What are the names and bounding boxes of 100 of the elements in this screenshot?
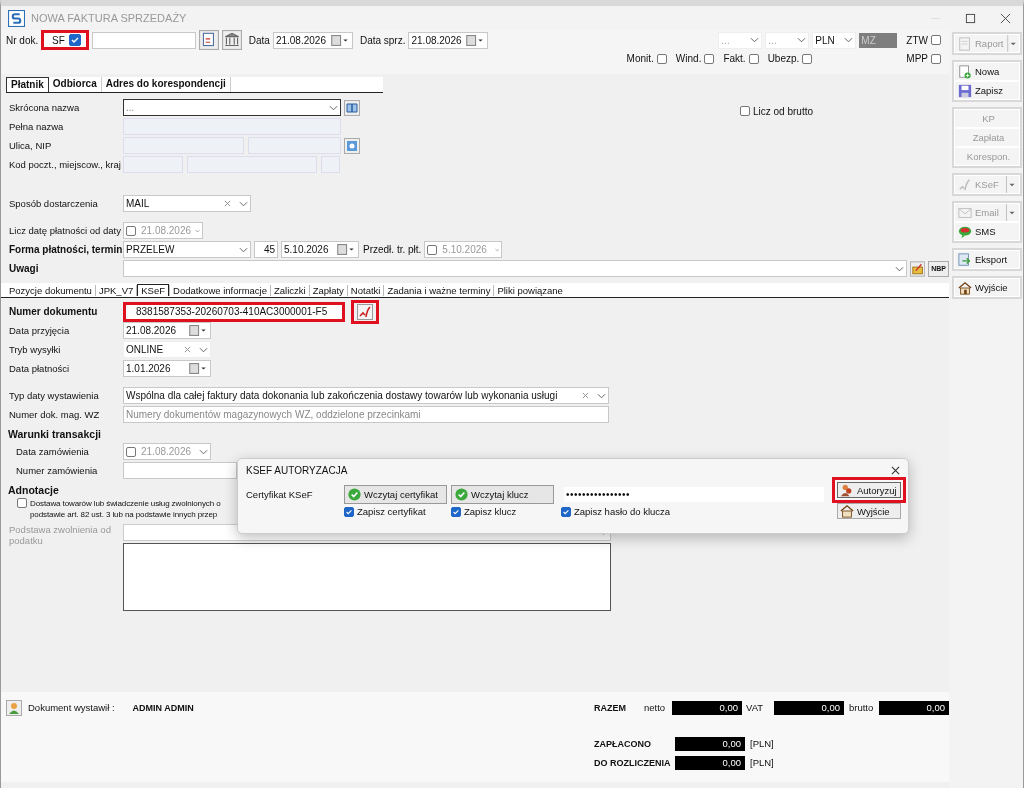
checkbox[interactable]: [704, 53, 715, 64]
checkbox-label: podstawie art. 82 ust. 3 lub na podstawie innych przep: [30, 509, 219, 520]
calendar-dropdown-icon[interactable]: [329, 34, 350, 46]
document-number-field[interactable]: 8381587353-20260703-410AC3000001-F5: [123, 301, 345, 322]
field-label: Data przyjęcia: [9, 325, 71, 336]
toolbar-button[interactable]: SMS: [954, 222, 1020, 241]
field-label: Data płatności: [9, 363, 71, 374]
issue-date-type-dropdown[interactable]: Wspólna dla całej faktury data dokonania lub zakończenia dostawy towarów lub wykonania usługi: [123, 387, 609, 404]
checkbox[interactable]: [931, 53, 941, 64]
dialog-title: KSEF AUTORYZACJA: [246, 464, 349, 476]
tab[interactable]: Zapłaty: [309, 284, 347, 296]
exit-button[interactable]: Wyjście: [837, 503, 901, 519]
field-label: Numer dok. mag. WZ: [9, 409, 101, 420]
toolbar-button[interactable]: Nowa: [954, 62, 1020, 81]
net-amount: 0,00: [672, 701, 742, 715]
tab[interactable]: Płatnik: [6, 77, 49, 92]
calendar-dropdown-icon[interactable]: [465, 34, 486, 46]
caret-icon: [597, 392, 606, 399]
toolbar-button[interactable]: Wyjście: [954, 278, 1020, 297]
field-label: Certyfikat KSeF: [246, 488, 314, 502]
calendar-dropdown-icon[interactable]: [188, 325, 208, 336]
caret-icon: [329, 104, 338, 111]
home-icon: [958, 280, 972, 295]
checkbox-label: Zapisz hasło do klucza: [574, 506, 671, 517]
date-field[interactable]: 21.08.2026: [272, 31, 353, 49]
wz-numbers-field[interactable]: Numery dokumentów magazynowych WZ, oddzielone przecinkami: [123, 406, 609, 423]
field-label: Typ daty wystawienia: [9, 390, 100, 401]
load-button[interactable]: Wczytaj klucz: [451, 485, 554, 504]
check-icon: [455, 488, 468, 501]
checkbox-label: Fakt.: [723, 53, 746, 64]
checkbox[interactable]: [344, 506, 354, 517]
series-field[interactable]: SF: [41, 30, 89, 50]
section-title: Adnotacje: [8, 484, 59, 498]
calendar-dropdown-icon[interactable]: [336, 244, 356, 255]
password-field[interactable]: ••••••••••••••••: [564, 487, 824, 502]
user-icon[interactable]: [6, 700, 22, 716]
ksef-status-icon[interactable]: [351, 299, 379, 324]
number-field[interactable]: [91, 31, 196, 49]
field-label: Tryb wysyłki: [9, 344, 62, 355]
delivery-dropdown[interactable]: MAIL: [123, 195, 251, 212]
lookup-icon[interactable]: [344, 137, 360, 154]
maximize-icon[interactable]: [965, 12, 976, 24]
tab[interactable]: Odbiorca: [48, 77, 102, 92]
book-icon[interactable]: [344, 99, 360, 116]
checkbox[interactable]: [931, 35, 941, 45]
tab[interactable]: Pliki powiązane: [494, 284, 566, 296]
clear-icon[interactable]: [184, 346, 191, 353]
checkbox[interactable]: [748, 53, 759, 64]
date-field[interactable]: 21.08.2026: [408, 31, 489, 49]
checkbox[interactable]: [656, 53, 667, 64]
gross-amount: 0,00: [879, 701, 949, 715]
name-dropdown[interactable]: ...: [123, 99, 341, 116]
toolbar-button[interactable]: Zapisz: [954, 81, 1020, 100]
tab[interactable]: JPK_V7: [95, 284, 137, 296]
clear-icon[interactable]: [582, 392, 589, 399]
checkbox[interactable]: [561, 506, 571, 517]
users-icon: [840, 483, 854, 497]
authorize-button[interactable]: Autoryzuj: [837, 482, 901, 498]
tab[interactable]: Zaliczki: [271, 284, 309, 296]
checkbox[interactable]: [451, 506, 461, 517]
toolbar-button[interactable]: Eksport: [954, 250, 1020, 269]
field-label: Podstawa zwolnienia od podatku: [9, 524, 112, 548]
window-title: NOWA FAKTURA SPRZEDAŻY: [31, 12, 187, 24]
calendar-dropdown-icon[interactable]: [188, 363, 208, 374]
close-icon[interactable]: [1000, 12, 1011, 24]
tab[interactable]: Pozycje dokumentu: [6, 284, 95, 296]
checkbox[interactable]: [68, 34, 81, 46]
field-label: Uwagi: [9, 263, 40, 274]
clear-icon[interactable]: [224, 200, 231, 207]
date-field[interactable]: 21.08.2026: [123, 322, 211, 339]
balance-label: DO ROZLICZENIA: [594, 757, 672, 770]
tab[interactable]: Dodatkowe informacje: [170, 284, 270, 296]
export-icon: [958, 252, 972, 267]
send-mode-dropdown[interactable]: ONLINE: [123, 341, 211, 358]
payment-method-dropdown[interactable]: PRZELEW: [123, 241, 251, 258]
tab[interactable]: Adres do korespondencji: [101, 77, 231, 92]
balance-amount: 0,00: [675, 756, 745, 770]
field-label: Ulica, NIP: [9, 140, 53, 151]
calendar-number-icon[interactable]: [198, 30, 219, 50]
load-button[interactable]: Wczytaj certyfikat: [344, 485, 447, 504]
checkbox[interactable]: [17, 498, 27, 508]
days-field[interactable]: 45: [254, 241, 278, 258]
checkbox-label: Monit.: [626, 53, 654, 64]
edit-note-icon[interactable]: [910, 260, 926, 277]
tab[interactable]: Zadania i ważne terminy: [384, 284, 494, 296]
checkbox[interactable]: [740, 106, 750, 116]
text-area[interactable]: [123, 543, 611, 611]
checkbox[interactable]: [802, 53, 813, 64]
field-label: Skrócona nazwa: [9, 102, 81, 113]
close-icon[interactable]: [891, 465, 900, 475]
caret-icon: [199, 448, 208, 455]
bank-icon[interactable]: [221, 30, 242, 50]
currency-dropdown[interactable]: PLN: [812, 31, 857, 49]
tab[interactable]: Notatki: [347, 284, 384, 296]
order-number-field[interactable]: [123, 462, 237, 479]
caret-icon: [895, 265, 904, 272]
date-field[interactable]: 1.01.2026: [123, 360, 211, 377]
checkbox-label: Ubezp.: [767, 53, 800, 64]
date-field[interactable]: 5.10.2026: [281, 241, 359, 258]
check-icon: [348, 488, 361, 501]
